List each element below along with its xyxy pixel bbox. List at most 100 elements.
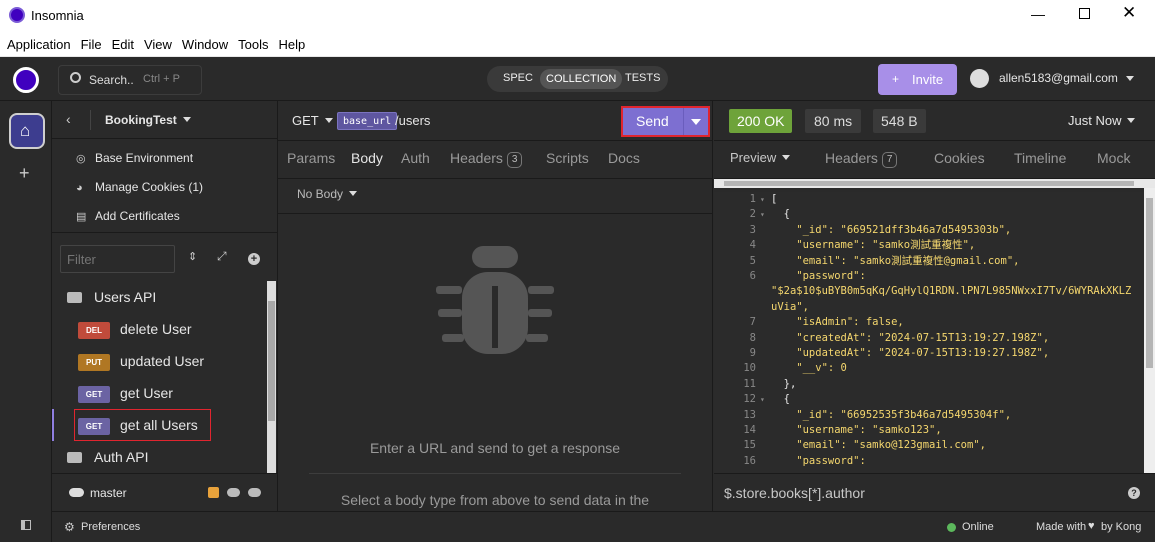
expand-icon[interactable]: ⤢ bbox=[217, 249, 227, 264]
sidebar-toggle-icon[interactable] bbox=[21, 520, 31, 530]
url-bar: GET base_url /users Send bbox=[278, 101, 712, 141]
status-bar: ⚙ Preferences Online Made with ♥ by Kong bbox=[52, 511, 1155, 542]
menu-help[interactable]: Help bbox=[279, 37, 306, 52]
tab-headers[interactable]: Headers 3 bbox=[450, 141, 523, 179]
code-line: 2 ▾ { bbox=[714, 207, 1144, 222]
menu-tools[interactable]: Tools bbox=[238, 37, 268, 52]
timestamp-label: Just Now bbox=[1068, 113, 1122, 128]
fold-chevron-icon[interactable]: ▾ bbox=[760, 392, 765, 407]
add-request-icon[interactable]: + bbox=[248, 253, 260, 265]
preferences-button[interactable]: Preferences bbox=[81, 521, 140, 533]
code-line: 13 "_id": "66952535f3b46a7d5495304f", bbox=[714, 408, 1144, 423]
method-select[interactable]: GET bbox=[292, 113, 333, 128]
tab-mock-res[interactable]: Mock Res bbox=[1097, 141, 1155, 178]
tab-count-badge: 3 bbox=[506, 152, 523, 168]
title-bar: Insomnia — ✕ bbox=[0, 0, 1155, 31]
folder-item[interactable]: Users API bbox=[52, 281, 266, 313]
by-kong-text: by Kong bbox=[1101, 521, 1142, 533]
history-select[interactable]: Just Now bbox=[1068, 113, 1136, 128]
maximize-button[interactable] bbox=[1079, 8, 1090, 19]
menu-edit[interactable]: Edit bbox=[112, 37, 134, 52]
filter-input[interactable] bbox=[60, 245, 175, 273]
body-type-select[interactable]: No Body bbox=[297, 187, 358, 201]
env-item-0[interactable]: ◎ Base Environment bbox=[76, 151, 193, 169]
mode-switcher: SPEC COLLECTION TESTS bbox=[487, 66, 668, 92]
code-line: 12 ▾ { bbox=[714, 392, 1144, 407]
request-item[interactable]: GET get User bbox=[52, 377, 266, 409]
tab-auth[interactable]: Auth bbox=[401, 141, 430, 179]
tab-body[interactable]: Body bbox=[343, 141, 395, 180]
menu-window[interactable]: Window bbox=[182, 37, 228, 52]
request-name: get all Users bbox=[120, 417, 198, 433]
code-line: 15 "email": "samko@123gmail.com", bbox=[714, 438, 1144, 453]
line-number: 5 bbox=[749, 254, 756, 267]
back-chevron-icon[interactable]: ‹ bbox=[66, 111, 71, 127]
tab-label: Headers bbox=[450, 150, 503, 166]
project-header: ‹ BookingTest bbox=[52, 101, 277, 139]
menu-application[interactable]: Application bbox=[7, 37, 71, 52]
fold-chevron-icon[interactable]: ▾ bbox=[760, 207, 765, 222]
code-text: "createdAt": "2024-07-15T13:19:27.198Z", bbox=[771, 331, 1050, 344]
url-path[interactable]: /users bbox=[395, 113, 430, 128]
folder-item[interactable]: Auth API bbox=[52, 441, 266, 473]
insomnia-logo-icon[interactable] bbox=[13, 67, 39, 93]
send-button[interactable]: Send bbox=[636, 113, 669, 129]
mode-collection[interactable]: COLLECTION bbox=[540, 69, 623, 89]
send-options-chevron-icon[interactable] bbox=[691, 119, 701, 125]
code-line: 14 "username": "samko123", bbox=[714, 423, 1144, 438]
tab-label: Headers bbox=[825, 150, 878, 166]
response-filter-input[interactable]: $.store.books[*].author bbox=[724, 485, 865, 501]
mode-tests[interactable]: TESTS bbox=[625, 72, 660, 84]
request-item[interactable]: DEL delete User bbox=[52, 313, 266, 345]
tab-headers[interactable]: Headers 7 bbox=[825, 141, 898, 178]
help-icon[interactable]: ? bbox=[1128, 487, 1140, 499]
tab-cookies[interactable]: Cookies bbox=[934, 141, 985, 178]
code-line: 7 "isAdmin": false, bbox=[714, 315, 1144, 330]
close-window-button[interactable]: ✕ bbox=[1122, 3, 1136, 23]
user-email[interactable]: allen5183@gmail.com bbox=[999, 71, 1118, 85]
sort-icon[interactable]: ⇕ bbox=[188, 250, 197, 263]
chevron-down-icon[interactable] bbox=[1126, 76, 1134, 81]
menu-view[interactable]: View bbox=[144, 37, 172, 52]
tab-label: Docs bbox=[608, 150, 640, 166]
tab-timeline[interactable]: Timeline bbox=[1014, 141, 1066, 178]
project-name[interactable]: BookingTest bbox=[105, 113, 191, 127]
chevron-down-icon bbox=[182, 117, 191, 122]
env-item-1[interactable]: ◕ Manage Cookies (1) bbox=[76, 180, 203, 198]
add-user-icon: + bbox=[892, 72, 900, 86]
tab-scripts[interactable]: Scripts bbox=[546, 141, 589, 179]
code-text: "email": "samko@123gmail.com", bbox=[771, 439, 986, 452]
cloud-download-icon[interactable] bbox=[227, 488, 240, 497]
request-item[interactable]: GET get all Users bbox=[52, 409, 266, 441]
url-variable-tag[interactable]: base_url bbox=[337, 112, 398, 130]
method-label: GET bbox=[292, 113, 319, 128]
vertical-scrollbar[interactable] bbox=[1144, 188, 1155, 473]
add-icon[interactable]: + bbox=[19, 163, 30, 184]
response-meta-bar: 200 OK 80 ms 548 B Just Now bbox=[714, 101, 1155, 141]
package-icon[interactable] bbox=[208, 487, 219, 498]
horizontal-scrollbar[interactable] bbox=[714, 179, 1155, 188]
cloud-upload-icon[interactable] bbox=[248, 488, 261, 497]
invite-button[interactable]: + Invite bbox=[878, 64, 957, 95]
home-button[interactable]: ⌂ bbox=[9, 113, 45, 149]
tab-params[interactable]: Params bbox=[287, 141, 335, 179]
line-number: 2 bbox=[749, 208, 756, 221]
branch-name[interactable]: master bbox=[90, 486, 127, 500]
response-size-badge: 548 B bbox=[873, 109, 926, 133]
line-number: 7 bbox=[749, 316, 756, 329]
send-button-group: Send bbox=[621, 106, 710, 137]
tab-docs[interactable]: Docs bbox=[608, 141, 640, 179]
minimize-button[interactable]: — bbox=[1028, 6, 1048, 24]
code-text: "username": "samko123", bbox=[771, 424, 942, 436]
mode-spec[interactable]: SPEC bbox=[503, 72, 533, 84]
code-line: 3 "_id": "669521dff3b46a7d5495303b", bbox=[714, 223, 1144, 238]
avatar[interactable] bbox=[970, 69, 989, 88]
sidebar-scrollbar[interactable] bbox=[267, 281, 276, 473]
tab-preview[interactable]: Preview bbox=[730, 141, 791, 178]
request-item[interactable]: PUT updated User bbox=[52, 345, 266, 377]
fold-chevron-icon[interactable]: ▾ bbox=[760, 192, 765, 207]
response-tabs: Preview Headers7 Cookies Timeline Mock Res bbox=[714, 141, 1155, 179]
search-box[interactable]: Search.. Ctrl + P bbox=[58, 65, 202, 95]
env-item-2[interactable]: ▤ Add Certificates bbox=[76, 209, 180, 227]
menu-file[interactable]: File bbox=[81, 37, 102, 52]
